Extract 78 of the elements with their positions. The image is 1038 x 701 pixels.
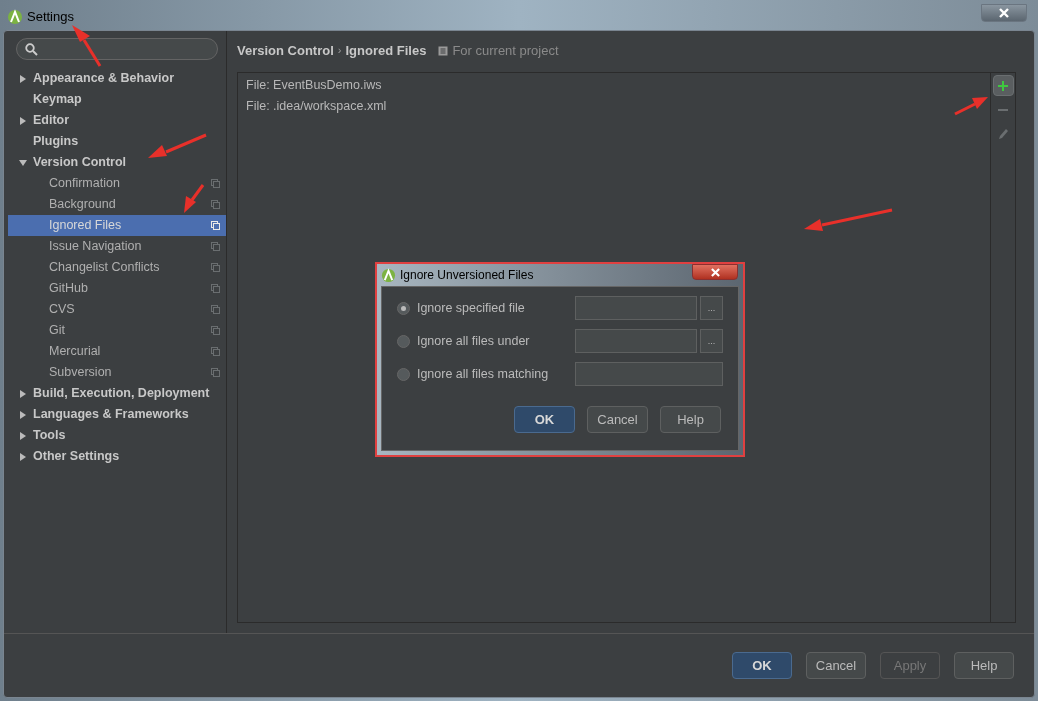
android-icon [381,267,396,283]
dialog-button[interactable]: OK [514,406,575,433]
collapsed-arrow-icon[interactable] [19,389,27,398]
tree-item[interactable]: Confirmation [8,173,226,194]
option-label: Ignore specified file [416,299,526,317]
search-field[interactable] [16,38,218,60]
project-icon [211,368,220,377]
remove-icon [998,108,1008,111]
dialog-button[interactable]: Help [954,652,1014,679]
tree-item[interactable]: Version Control [8,152,226,173]
tree-item[interactable]: Background [8,194,226,215]
project-icon [211,347,220,356]
tree-item[interactable]: Keymap [8,89,226,110]
project-icon [211,242,220,251]
add-button[interactable] [992,75,1014,96]
radio-button[interactable] [397,301,410,315]
project-icon [211,263,220,272]
radio-button[interactable] [397,367,410,381]
tree-item[interactable]: GitHub [8,278,226,299]
breadcrumb-parent: Version Control [237,41,334,60]
annotation-arrow [184,184,205,213]
project-icon [438,45,449,56]
tree-item[interactable]: Appearance & Behavior [8,68,226,89]
close-button[interactable] [981,4,1027,22]
search-icon [25,42,38,56]
tree-item[interactable]: Editor [8,110,226,131]
tree-item[interactable]: Mercurial [8,341,226,362]
tree-item[interactable]: CVS [8,299,226,320]
collapsed-arrow-icon[interactable] [19,116,27,125]
input-field[interactable] [575,296,698,320]
collapsed-arrow-icon[interactable] [19,74,27,83]
tree-item[interactable]: Issue Navigation [8,236,226,257]
project-icon [211,305,220,314]
add-icon [998,80,1008,91]
android-icon [7,8,23,25]
tree-item[interactable]: Ignored Files [8,215,226,236]
close-icon [710,267,720,277]
tree-item[interactable]: Plugins [8,131,226,152]
expanded-arrow-icon[interactable] [19,158,27,167]
annotation-arrow [148,133,207,158]
input-field[interactable] [575,329,698,353]
breadcrumb-current: Ignored Files [345,41,427,60]
pencil-icon [998,128,1008,139]
project-icon [211,200,220,209]
close-button[interactable] [692,264,738,280]
project-icon [211,284,220,293]
project-icon [211,179,220,188]
option-label: Ignore all files matching [416,365,550,383]
file-entry[interactable]: File: EventBusDemo.iws [246,75,990,96]
dialog-button[interactable]: Help [660,406,721,433]
annotation-arrow [954,97,988,116]
tree-item[interactable]: Git [8,320,226,341]
collapsed-arrow-icon[interactable] [19,410,27,419]
input-field[interactable] [575,362,723,386]
close-icon [999,8,1009,18]
window-title: Settings [27,7,74,26]
dialog-button[interactable]: Cancel [806,652,866,679]
project-icon [211,221,220,230]
browse-button[interactable]: ... [700,329,723,353]
collapsed-arrow-icon[interactable] [19,431,27,440]
breadcrumb-separator: › [337,43,342,59]
project-icon [211,326,220,335]
annotation-arrow [72,25,102,67]
browse-button[interactable]: ... [700,296,723,320]
tree-item[interactable]: Subversion [8,362,226,383]
dialog-button[interactable]: OK [732,652,792,679]
collapsed-arrow-icon[interactable] [19,452,27,461]
file-entry[interactable]: File: .idea/workspace.xml [246,96,990,117]
tree-item[interactable]: Languages & Frameworks [8,404,226,425]
radio-button[interactable] [397,334,410,348]
tree-item[interactable]: Other Settings [8,446,226,467]
tree-item[interactable]: Tools [8,425,226,446]
option-label: Ignore all files under [416,332,531,350]
scope-label: For current project [452,41,559,60]
tree-item[interactable]: Build, Execution, Deployment [8,383,226,404]
tree-item[interactable]: Changelist Conflicts [8,257,226,278]
dialog-title: Ignore Unversioned Files [400,267,534,284]
dialog-button[interactable]: Cancel [587,406,648,433]
